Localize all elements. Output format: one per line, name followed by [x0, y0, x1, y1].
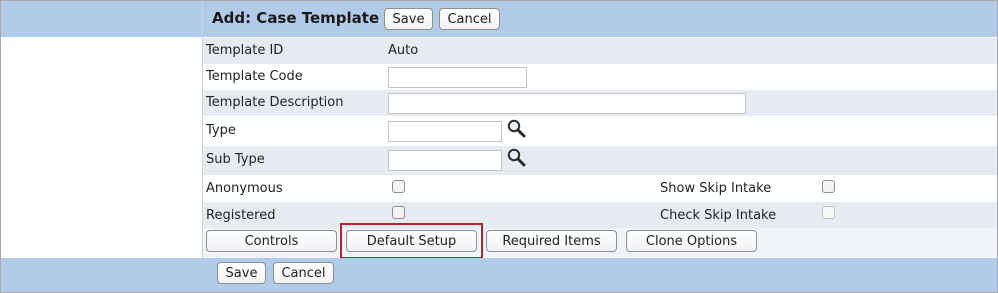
footer-cancel-button[interactable]: Cancel: [273, 262, 334, 284]
type-search-icon[interactable]: [506, 118, 526, 138]
row-anonymous: [203, 175, 997, 202]
sub-type-search-icon[interactable]: [506, 147, 526, 167]
template-id-label: Template ID: [206, 43, 284, 58]
default-setup-highlight: [340, 223, 483, 259]
check-skip-intake-checkbox: [822, 206, 835, 219]
anonymous-checkbox[interactable]: [392, 180, 405, 193]
row-sub-type: [203, 146, 997, 175]
sub-type-label: Sub Type: [206, 152, 265, 167]
type-input[interactable]: [388, 121, 502, 142]
template-code-label: Template Code: [206, 69, 303, 84]
header-cancel-button[interactable]: Cancel: [439, 8, 500, 30]
header-save-button[interactable]: Save: [384, 8, 433, 30]
check-skip-intake-label: Check Skip Intake: [660, 208, 777, 223]
registered-checkbox[interactable]: [392, 206, 405, 219]
required-items-button[interactable]: Required Items: [486, 230, 617, 252]
registered-label: Registered: [206, 208, 276, 223]
row-template-id: [203, 38, 997, 64]
show-skip-intake-checkbox[interactable]: [822, 180, 835, 193]
template-description-label: Template Description: [206, 95, 344, 110]
row-type: [203, 116, 997, 146]
footer-save-button[interactable]: Save: [217, 262, 266, 284]
template-id-value: Auto: [388, 43, 419, 58]
anonymous-label: Anonymous: [206, 181, 283, 196]
row-registered: [203, 202, 997, 228]
type-label: Type: [206, 123, 236, 138]
template-code-input[interactable]: [388, 67, 527, 88]
row-template-code: [203, 64, 997, 90]
footer-band: [1, 258, 997, 292]
show-skip-intake-label: Show Skip Intake: [660, 181, 772, 196]
controls-button[interactable]: Controls: [206, 230, 337, 252]
template-description-input[interactable]: [388, 93, 746, 114]
sub-type-input[interactable]: [388, 150, 502, 171]
page-title: Add: Case Template: [212, 9, 380, 27]
clone-options-button[interactable]: Clone Options: [626, 230, 757, 252]
